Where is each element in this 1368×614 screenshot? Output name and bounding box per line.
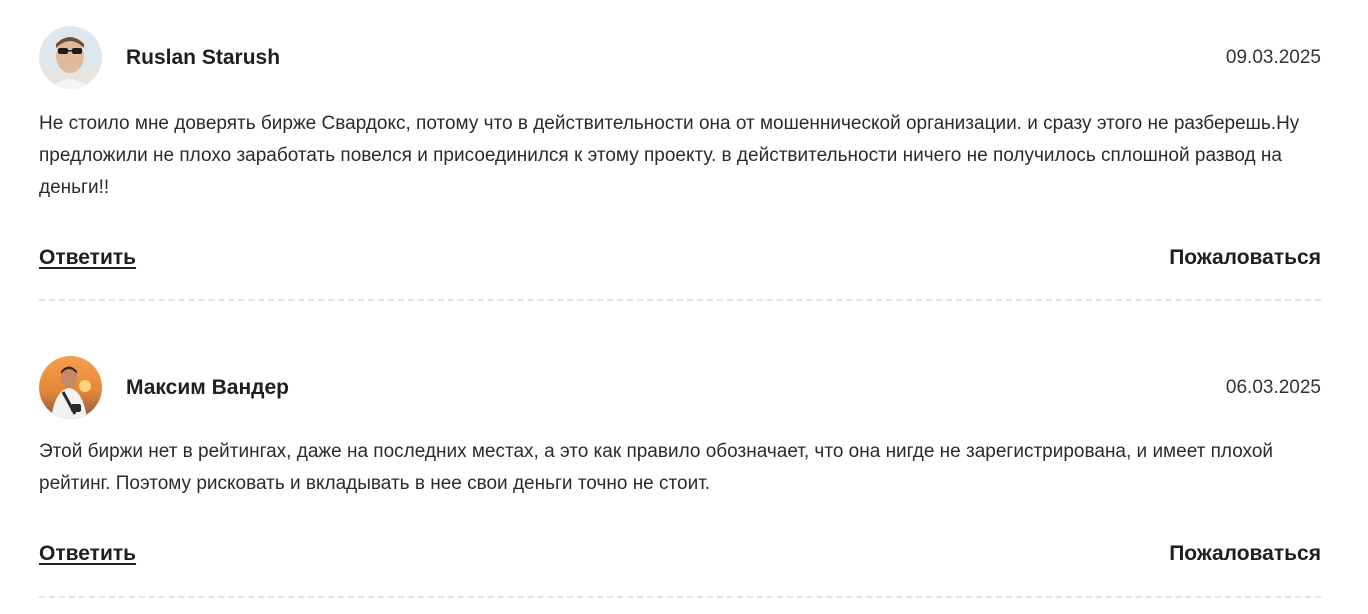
- comment-date: 06.03.2025: [1225, 377, 1321, 398]
- comment-actions: Ответить Пожаловаться: [39, 542, 1321, 572]
- comment-date: 09.03.2025: [1225, 47, 1321, 68]
- comment-author: Максим Вандер: [126, 376, 289, 399]
- report-link[interactable]: Пожаловаться: [1169, 246, 1321, 270]
- comment-item: Максим Вандер 06.03.2025 Этой биржи нет …: [39, 356, 1321, 598]
- comments-list: Ruslan Starush 09.03.2025 Не стоило мне …: [0, 0, 1368, 614]
- avatar: [39, 356, 102, 419]
- comment-author: Ruslan Starush: [126, 46, 281, 69]
- comment-header: Максим Вандер 06.03.2025: [39, 356, 1321, 420]
- report-link[interactable]: Пожаловаться: [1169, 542, 1321, 566]
- comment-item: Ruslan Starush 09.03.2025 Не стоило мне …: [39, 26, 1321, 301]
- avatar: [39, 26, 102, 89]
- comment-divider: [39, 596, 1321, 598]
- comment-text: Не стоило мне доверять бирже Свардокс, п…: [39, 113, 1300, 198]
- reply-link[interactable]: Ответить: [39, 246, 136, 270]
- reply-link[interactable]: Ответить: [39, 542, 136, 566]
- comment-divider: [39, 299, 1321, 301]
- comment-text: Этой биржи нет в рейтингах, даже на посл…: [39, 441, 1274, 494]
- comment-header: Ruslan Starush 09.03.2025: [39, 26, 1321, 90]
- comment-actions: Ответить Пожаловаться: [39, 246, 1321, 276]
